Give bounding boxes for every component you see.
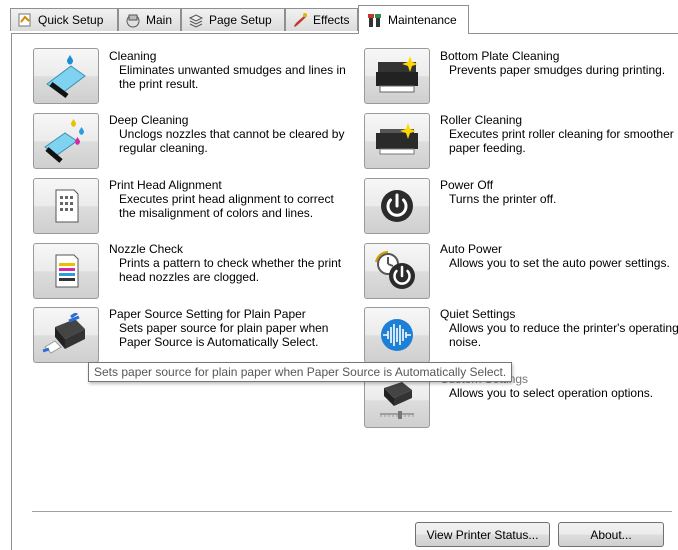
power-off-desc: Turns the printer off. <box>449 192 557 206</box>
auto-power-title: Auto Power <box>440 242 503 256</box>
tab-label: Maintenance <box>388 13 457 27</box>
print-head-alignment-icon <box>55 189 79 223</box>
tooltip: Sets paper source for plain paper when P… <box>88 362 513 382</box>
cleaning-icon <box>46 55 86 98</box>
deep-cleaning-icon <box>44 119 84 163</box>
tab-label: Quick Setup <box>38 13 104 27</box>
tab-label: Main <box>146 13 173 27</box>
deep-cleaning-title: Deep Cleaning <box>109 113 189 127</box>
quick-setup-icon <box>18 13 31 27</box>
roller-cleaning-button[interactable] <box>364 113 430 169</box>
main-icon <box>126 14 140 28</box>
roller-cleaning-icon <box>376 123 418 155</box>
roller-cleaning-desc: Executes print roller cleaning for smoot… <box>449 127 674 155</box>
paper-source-setting-button[interactable] <box>33 307 99 363</box>
quiet-settings-icon <box>381 319 413 351</box>
tab-label: Effects <box>313 13 350 27</box>
nozzle-check-icon <box>55 254 79 288</box>
power-off-icon <box>381 190 413 222</box>
auto-power-button[interactable] <box>364 243 430 299</box>
effects-icon <box>294 13 307 27</box>
maintenance-panel <box>11 33 678 550</box>
bottom-plate-cleaning-desc: Prevents paper smudges during printing. <box>449 63 666 77</box>
tab-page-setup[interactable]: Page Setup <box>181 8 285 31</box>
tab-maintenance[interactable]: Maintenance <box>358 5 469 34</box>
bottom-plate-icon <box>376 56 418 93</box>
paper-source-setting-title: Paper Source Setting for Plain Paper <box>109 307 306 321</box>
maintenance-icon <box>368 14 381 27</box>
deep-cleaning-desc: Unclogs nozzles that cannot be cleared b… <box>119 127 345 155</box>
about-button[interactable]: About... <box>558 522 664 547</box>
cleaning-title: Cleaning <box>109 49 157 63</box>
nozzle-check-desc: Prints a pattern to check whether the pr… <box>119 256 342 284</box>
nozzle-check-title: Nozzle Check <box>109 242 184 256</box>
deep-cleaning-button[interactable] <box>33 113 99 169</box>
paper-source-setting-desc: Sets paper source for plain paper when P… <box>119 321 329 349</box>
tab-strip: Quick Setup Main Page Setup Effects Main… <box>0 0 678 34</box>
paper-source-icon <box>42 313 85 354</box>
page-setup-icon <box>188 14 204 28</box>
roller-cleaning-title: Roller Cleaning <box>440 113 523 127</box>
auto-power-desc: Allows you to set the auto power setting… <box>449 256 670 270</box>
footer-separator <box>32 511 672 512</box>
bottom-plate-cleaning-title: Bottom Plate Cleaning <box>440 49 560 63</box>
quiet-settings-title: Quiet Settings <box>440 307 516 321</box>
print-head-alignment-title: Print Head Alignment <box>109 178 222 192</box>
quiet-settings-button[interactable] <box>364 307 430 363</box>
cleaning-desc: Eliminates unwanted smudges and lines in… <box>119 63 346 91</box>
quiet-settings-desc: Allows you to reduce the printer's opera… <box>449 321 678 349</box>
tab-effects[interactable]: Effects <box>285 8 358 31</box>
nozzle-check-button[interactable] <box>33 243 99 299</box>
print-head-alignment-button[interactable] <box>33 178 99 234</box>
power-off-title: Power Off <box>440 178 494 192</box>
view-printer-status-button[interactable]: View Printer Status... <box>415 522 550 547</box>
cleaning-button[interactable] <box>33 48 99 104</box>
tab-quick-setup[interactable]: Quick Setup <box>10 8 118 31</box>
bottom-plate-cleaning-button[interactable] <box>364 48 430 104</box>
tab-label: Page Setup <box>209 13 272 27</box>
custom-settings-icon <box>380 382 414 419</box>
tab-main[interactable]: Main <box>118 8 181 31</box>
custom-settings-desc: Allows you to select operation options. <box>449 386 654 400</box>
power-off-button[interactable] <box>364 178 430 234</box>
print-head-alignment-desc: Executes print head alignment to correct… <box>119 192 334 220</box>
auto-power-icon <box>375 251 415 289</box>
